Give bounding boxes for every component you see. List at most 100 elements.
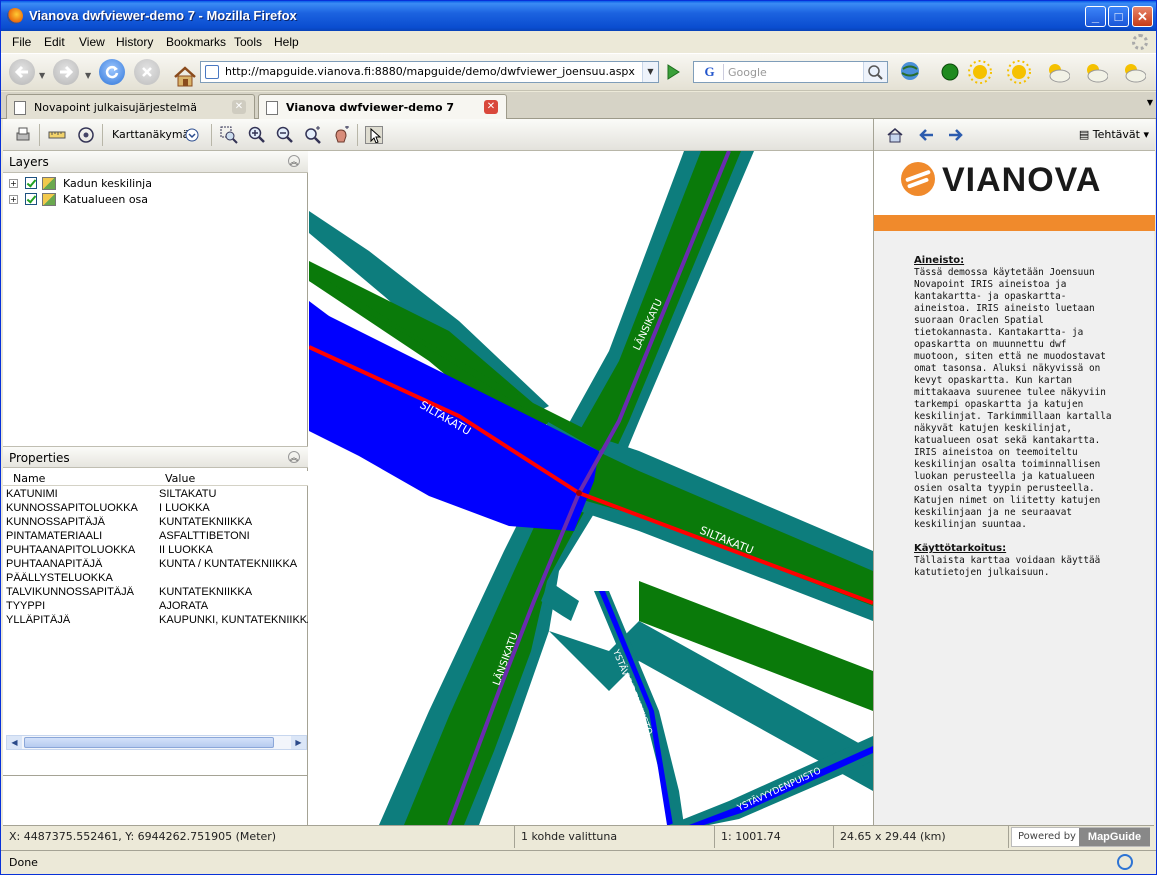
view-dropdown[interactable]: Karttanäkymä — [112, 128, 189, 141]
task-forward-icon[interactable] — [946, 126, 964, 144]
zoom-in-icon[interactable] — [248, 126, 266, 144]
extension-globe-icon[interactable] — [897, 59, 923, 85]
property-value: AJORATA — [159, 600, 209, 612]
tab-vianova[interactable]: Vianova dwfviewer-demo 7 ✕ — [258, 94, 507, 120]
table-row[interactable]: PUHTAANAPITOLUOKKA II LUOKKA — [3, 544, 308, 558]
menu-history[interactable]: History — [116, 35, 153, 49]
tab-close-icon[interactable]: ✕ — [484, 100, 498, 114]
task-home-icon[interactable] — [886, 126, 904, 144]
minimize-button[interactable]: _ — [1085, 6, 1106, 27]
table-row[interactable]: KUNNOSSAPITÄJÄ KUNTATEKNIIKKA — [3, 516, 308, 530]
maximize-button[interactable]: □ — [1108, 6, 1129, 27]
weather-partly-cloudy-icon-2[interactable] — [1082, 59, 1108, 85]
address-bar[interactable]: http://mapguide.vianova.fi:8880/mapguide… — [200, 61, 659, 83]
layer-visibility-checkbox[interactable] — [25, 193, 37, 205]
home-button[interactable] — [167, 59, 196, 87]
table-row[interactable]: PÄÄLLYSTELUOKKA — [3, 572, 308, 586]
back-history-dropdown-icon[interactable]: ▼ — [39, 71, 45, 80]
tasks-label: Tehtävät — [1092, 128, 1140, 141]
tab-close-icon[interactable]: ✕ — [232, 100, 246, 114]
col-name[interactable]: Name — [13, 472, 45, 485]
map-view[interactable]: SILTAKATU SILTAKATU LÄNSIKATU LÄNSIKATU … — [309, 151, 873, 825]
forward-history-dropdown-icon[interactable]: ▼ — [85, 71, 91, 80]
search-box[interactable]: G Google — [693, 61, 888, 83]
table-row[interactable]: TALVIKUNNOSSAPITÄJÄ KUNTATEKNIIKKA — [3, 586, 308, 600]
table-row[interactable]: PINTAMATERIAALI ASFALTTIBETONI — [3, 530, 308, 544]
search-placeholder[interactable]: Google — [728, 66, 767, 79]
layer-label[interactable]: Katualueen osa — [63, 193, 148, 206]
tab-novapoint[interactable]: Novapoint julkaisujärjestelmä ✕ — [6, 94, 255, 119]
weather-sun-icon-2[interactable] — [1006, 59, 1032, 85]
go-arrow-icon — [667, 64, 680, 80]
menu-file[interactable]: File — [12, 35, 31, 49]
throbber-icon — [1132, 34, 1148, 50]
kaytto-heading: Käyttötarkoitus: — [914, 543, 1007, 554]
buffer-icon[interactable] — [77, 126, 95, 144]
menu-edit[interactable]: Edit — [44, 35, 65, 49]
pan-icon[interactable] — [332, 126, 350, 144]
property-name: TYYPPI — [6, 600, 46, 612]
scroll-left-icon[interactable]: ◀ — [7, 736, 22, 749]
task-back-icon[interactable] — [918, 126, 936, 144]
page-icon — [14, 101, 26, 115]
select-arrow-icon[interactable] — [365, 126, 383, 144]
collapse-icon[interactable]: ︽ — [288, 155, 300, 167]
scroll-thumb[interactable] — [24, 737, 274, 748]
ie-tab-icon[interactable] — [1117, 854, 1133, 870]
aineisto-heading: Aineisto: — [914, 255, 965, 266]
col-value[interactable]: Value — [165, 472, 195, 485]
url-history-dropdown-icon[interactable]: ▼ — [642, 62, 658, 82]
table-row[interactable]: KUNNOSSAPITOLUOKKA I LUOKKA — [3, 502, 308, 516]
tab-bar: Novapoint julkaisujärjestelmä ✕ Vianova … — [1, 92, 1156, 120]
tab-list-dropdown-icon[interactable]: ▼ — [1147, 98, 1153, 107]
coordinates-readout: X: 4487375.552461, Y: 6944262.751905 (Me… — [3, 826, 515, 848]
properties-horizontal-scrollbar[interactable]: ◀ ▶ — [6, 735, 307, 750]
table-row[interactable]: KATUNIMI SILTAKATU — [3, 488, 308, 502]
table-row[interactable]: TYYPPI AJORATA — [3, 600, 308, 614]
zoom-rectangle-icon[interactable] — [220, 126, 238, 144]
home-icon — [174, 66, 196, 87]
reload-button[interactable] — [99, 59, 125, 85]
view-dropdown-chevron-icon[interactable] — [183, 126, 201, 144]
collapse-icon[interactable]: ︽ — [288, 451, 300, 463]
scroll-right-icon[interactable]: ▶ — [291, 736, 306, 749]
mapguide-viewer: Karttanäkymä Layers ︽ + Kadun keskilinja — [3, 119, 1155, 848]
layer-label[interactable]: Kadun keskilinja — [63, 177, 152, 190]
property-name: KATUNIMI — [6, 488, 58, 500]
menu-tools[interactable]: Tools — [234, 35, 262, 49]
tab-label: Vianova dwfviewer-demo 7 — [286, 101, 454, 114]
status-green-icon[interactable] — [937, 59, 963, 85]
task-pane-toolbar: ▤ Tehtävät ▾ — [874, 119, 1155, 151]
vianova-logo-text: VIANOVA — [942, 161, 1102, 199]
search-button[interactable] — [863, 62, 887, 82]
measure-icon[interactable] — [48, 126, 66, 144]
brand-bar — [874, 215, 1155, 231]
forward-button[interactable] — [53, 59, 79, 85]
url-text[interactable]: http://mapguide.vianova.fi:8880/mapguide… — [225, 65, 635, 78]
back-button[interactable] — [9, 59, 35, 85]
expand-icon[interactable]: + — [9, 179, 18, 188]
go-button[interactable] — [662, 61, 684, 83]
weather-partly-cloudy-icon-3[interactable] — [1120, 59, 1146, 85]
reload-icon — [105, 65, 119, 79]
menu-bookmarks[interactable]: Bookmarks — [166, 35, 226, 49]
weather-partly-cloudy-icon[interactable] — [1044, 59, 1070, 85]
tasks-menu[interactable]: ▤ Tehtävät ▾ — [1079, 128, 1149, 141]
menu-bar: File Edit View History Bookmarks Tools H… — [1, 31, 1156, 53]
task-description: Aineisto: Tässä demossa käytetään Joensu… — [914, 255, 1114, 591]
layer-visibility-checkbox[interactable] — [25, 177, 37, 189]
zoom-out-icon[interactable] — [276, 126, 294, 144]
menu-view[interactable]: View — [79, 35, 105, 49]
expand-icon[interactable]: + — [9, 195, 18, 204]
powered-by-mapguide[interactable]: Powered by MapGuide — [1011, 827, 1150, 847]
table-row[interactable]: PUHTAANAPITÄJÄ KUNTA / KUNTATEKNIIKKA — [3, 558, 308, 572]
weather-sun-icon[interactable] — [967, 59, 993, 85]
print-icon[interactable] — [14, 126, 32, 144]
menu-help[interactable]: Help — [274, 35, 299, 49]
google-engine-icon[interactable]: G — [696, 64, 724, 80]
stop-button[interactable] — [134, 59, 160, 85]
zoom-selection-icon[interactable] — [304, 126, 322, 144]
close-button[interactable]: ✕ — [1132, 6, 1153, 27]
table-row[interactable]: YLLÄPITÄJÄ KAUPUNKI, KUNTATEKNIIKKA — [3, 614, 308, 628]
map-canvas[interactable]: SILTAKATU SILTAKATU LÄNSIKATU LÄNSIKATU … — [309, 151, 873, 825]
